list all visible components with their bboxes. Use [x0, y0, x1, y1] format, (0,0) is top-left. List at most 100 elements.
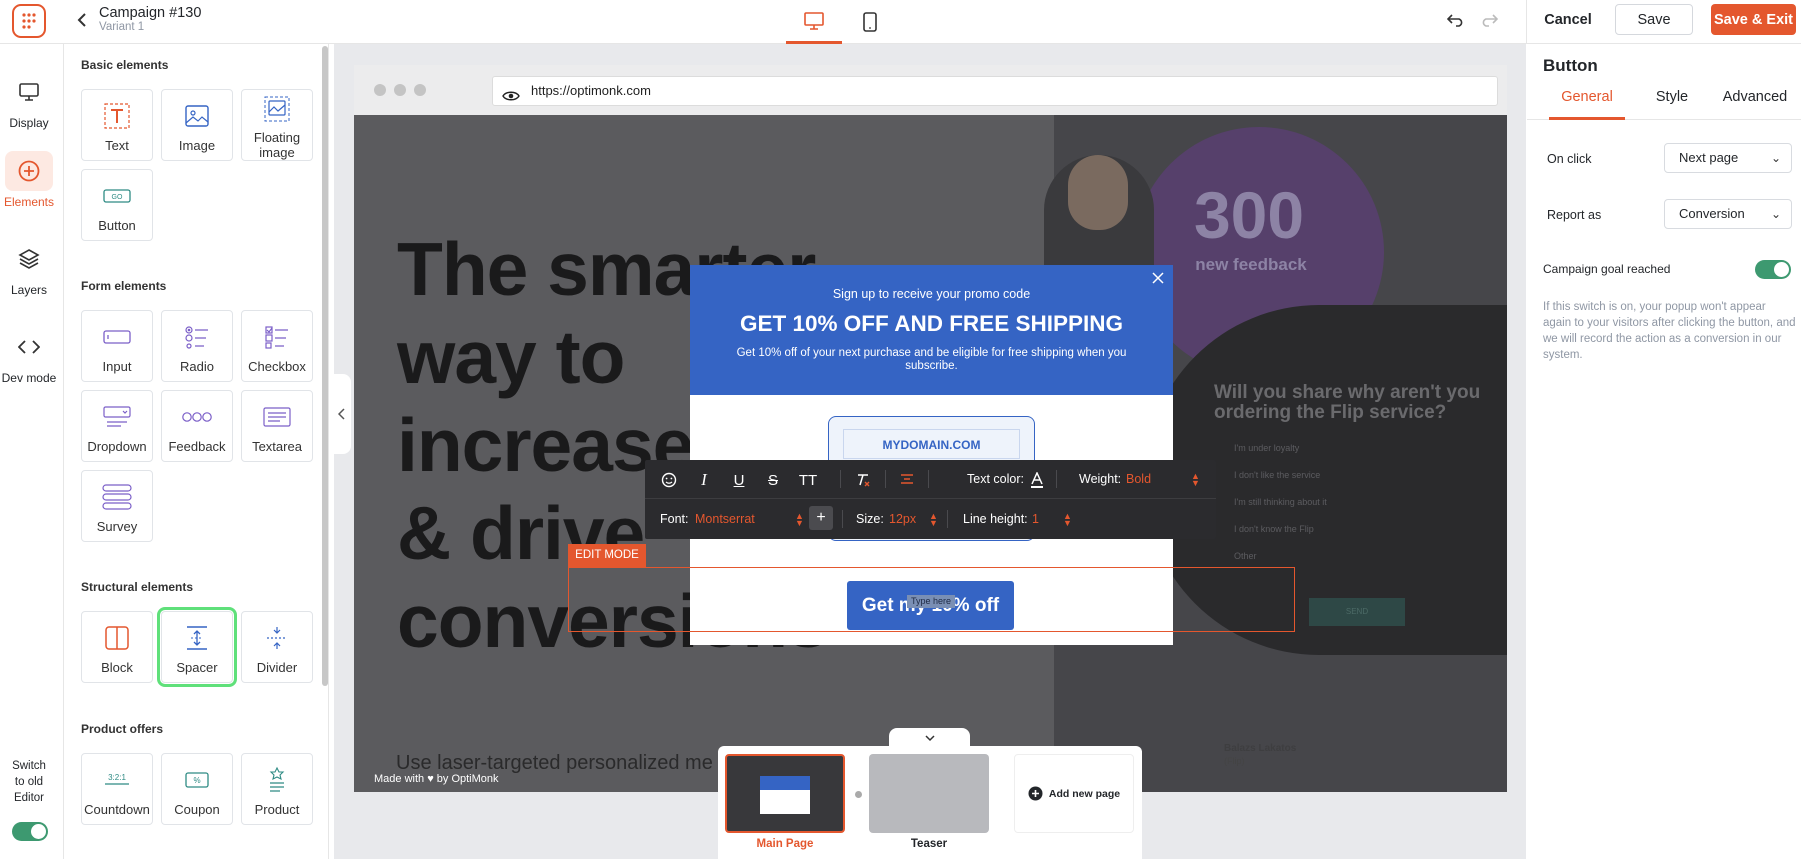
rail-item-elements[interactable]: Elements: [0, 149, 58, 211]
close-icon[interactable]: [1148, 269, 1168, 289]
campaign-goal-help: If this switch is on, your popup won't a…: [1543, 301, 1796, 361]
rail-item-label: Elements: [3, 195, 55, 209]
text-color-label: Text color:: [967, 472, 1024, 486]
panel-title: Button: [1543, 56, 1598, 75]
weight-select[interactable]: Bold: [1126, 472, 1151, 486]
element-tile-spacer[interactable]: Spacer: [157, 607, 237, 687]
coupon-code[interactable]: MYDOMAIN.COM: [843, 429, 1020, 459]
italic-icon[interactable]: I: [694, 470, 714, 490]
align-center-icon[interactable]: [897, 470, 917, 490]
chevron-left-icon: [337, 408, 345, 420]
stepper-icon[interactable]: ▲ ▼: [795, 512, 804, 528]
page-strip-toggle[interactable]: [889, 728, 970, 748]
cancel-button[interactable]: Cancel: [1536, 4, 1600, 35]
collapse-panel-button[interactable]: [331, 374, 351, 454]
text-color-icon[interactable]: [1029, 470, 1045, 490]
monitor-icon: [5, 72, 53, 112]
stat-number: 300: [1193, 178, 1305, 252]
report-as-label: Report as: [1547, 208, 1602, 222]
optimonk-logo-icon[interactable]: [12, 4, 46, 38]
add-page-button[interactable]: Add new page: [1014, 754, 1134, 833]
element-tile-survey[interactable]: Survey: [81, 470, 153, 542]
desktop-view-button[interactable]: [786, 0, 842, 44]
mobile-view-button[interactable]: [842, 0, 898, 44]
cta-type-hint: Type here: [907, 595, 955, 608]
popup-kicker[interactable]: Sign up to receive your promo code: [690, 287, 1173, 301]
on-click-label: On click: [1547, 152, 1592, 166]
element-tile-block[interactable]: Block: [81, 611, 153, 683]
element-tile-textarea[interactable]: Textarea: [241, 390, 313, 462]
stepper-icon[interactable]: ▲ ▼: [929, 512, 938, 528]
feedback-icon: [181, 401, 213, 433]
image-icon: [181, 100, 213, 132]
window-dot: [394, 84, 406, 96]
element-tile-radio[interactable]: Radio: [161, 310, 233, 382]
undo-icon[interactable]: [1446, 10, 1466, 30]
line-height-select[interactable]: 1: [1032, 512, 1039, 526]
element-tile-image[interactable]: Image: [161, 89, 233, 161]
emoji-icon[interactable]: [659, 470, 679, 490]
redo-icon[interactable]: [1479, 10, 1499, 30]
window-dot: [414, 84, 426, 96]
page-label-main[interactable]: Main Page: [725, 838, 845, 850]
on-click-select[interactable]: Next page ⌄: [1664, 143, 1792, 173]
save-button[interactable]: Save: [1615, 4, 1693, 35]
underline-icon[interactable]: U: [729, 470, 749, 490]
text-case-icon[interactable]: TT: [795, 470, 821, 490]
button-icon: GO: [101, 180, 133, 212]
page-label-teaser[interactable]: Teaser: [869, 838, 989, 850]
rail-item-dev-mode[interactable]: Dev mode: [0, 325, 58, 387]
svg-text:%: %: [193, 776, 200, 785]
strikethrough-icon[interactable]: S: [763, 470, 783, 490]
left-rail: Display Elements Layers Dev mode Switch …: [0, 44, 64, 859]
element-tile-checkbox[interactable]: Checkbox: [241, 310, 313, 382]
svg-text:GO: GO: [112, 194, 123, 201]
tab-style[interactable]: Style: [1647, 88, 1697, 120]
code-icon: [5, 327, 53, 367]
element-tile-product[interactable]: Product: [241, 753, 313, 825]
stepper-icon[interactable]: ▲ ▼: [1063, 512, 1072, 528]
tab-advanced[interactable]: Advanced: [1715, 88, 1795, 120]
toolbar-divider: [1056, 470, 1057, 488]
report-as-select[interactable]: Conversion ⌄: [1664, 199, 1792, 229]
popup-description[interactable]: Get 10% off of your next purchase and be…: [718, 347, 1145, 373]
page-thumb-main[interactable]: [725, 754, 845, 833]
font-select[interactable]: Montserrat: [695, 512, 755, 526]
mobile-icon: [863, 12, 877, 32]
element-tile-coupon[interactable]: % Coupon: [161, 753, 233, 825]
coupon-icon: %: [181, 764, 213, 796]
rail-item-label: Display: [9, 116, 49, 130]
input-icon: [101, 321, 133, 353]
switch-old-editor-toggle[interactable]: [12, 822, 48, 841]
dropdown-icon: [101, 401, 133, 433]
size-label: Size:: [856, 512, 884, 526]
back-arrow-icon[interactable]: [74, 10, 90, 30]
made-with-label: Made with ♥ by OptiMonk: [374, 773, 499, 785]
rail-item-layers[interactable]: Layers: [0, 237, 58, 299]
clear-format-icon[interactable]: [853, 470, 873, 490]
page-thumb-teaser[interactable]: [869, 754, 989, 833]
save-exit-button[interactable]: Save & Exit: [1711, 4, 1796, 35]
desktop-icon: [804, 11, 824, 30]
popup-headline[interactable]: GET 10% OFF AND FREE SHIPPING: [690, 311, 1173, 337]
element-tile-countdown[interactable]: 3:2:1 Countdown: [81, 753, 153, 825]
weight-label: Weight:: [1079, 472, 1122, 486]
element-tile-text[interactable]: Text: [81, 89, 153, 161]
rail-item-display[interactable]: Display: [0, 70, 58, 132]
eye-icon: [502, 84, 520, 112]
url-text: https://optimonk.com: [531, 83, 651, 98]
add-font-button[interactable]: +: [809, 506, 833, 530]
size-select[interactable]: 12px: [889, 512, 916, 526]
element-tile-feedback[interactable]: Feedback: [161, 390, 233, 462]
element-tile-button[interactable]: GO Button: [81, 169, 153, 241]
element-tile-floating-image[interactable]: Floating image: [241, 89, 313, 161]
stepper-icon[interactable]: ▲ ▼: [1191, 472, 1200, 488]
tab-general[interactable]: General: [1549, 88, 1625, 120]
element-tile-divider[interactable]: Divider: [241, 611, 313, 683]
stat-label: new feedback: [1195, 255, 1307, 274]
campaign-goal-toggle[interactable]: [1755, 260, 1791, 279]
element-tile-dropdown[interactable]: Dropdown: [81, 390, 153, 462]
elements-scrollbar[interactable]: [322, 46, 328, 686]
section-title-basic: Basic elements: [81, 58, 169, 72]
element-tile-input[interactable]: Input: [81, 310, 153, 382]
